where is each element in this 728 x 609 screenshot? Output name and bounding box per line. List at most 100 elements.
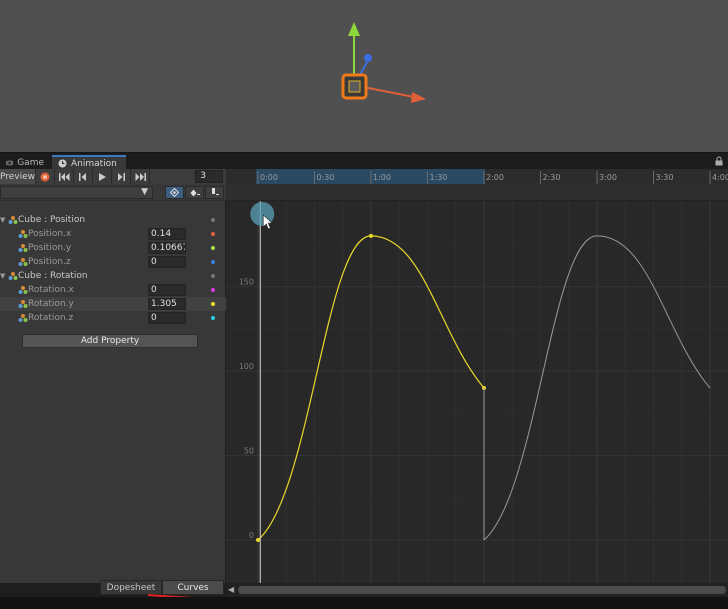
ruler-tick-label: 1:30 xyxy=(430,173,448,182)
property-row-rotation-y[interactable]: Rotation.y 1.305 xyxy=(0,297,226,311)
curve-color-dot xyxy=(211,218,215,222)
next-keyframe-icon xyxy=(118,172,125,181)
ruler-tick-label: 2:30 xyxy=(543,173,561,182)
ruler-tick-label: 0:30 xyxy=(317,173,335,182)
property-group-rotation[interactable]: ▼ Cube : Rotation xyxy=(0,269,226,283)
play-icon xyxy=(98,172,106,181)
y-tick-label: 50 xyxy=(244,447,254,456)
tab-game[interactable]: Game xyxy=(0,155,50,170)
curve-editor[interactable]: 0:00 0:30 1:00 1:30 2:00 2:30 3:00 3:30 4:00 0 50… xyxy=(226,169,728,583)
curve-color-dot xyxy=(211,288,215,292)
property-group-label: Cube : Rotation xyxy=(18,271,88,281)
property-value-field[interactable]: 0 xyxy=(148,256,186,268)
last-keyframe-button[interactable] xyxy=(131,169,150,184)
transform-icon xyxy=(18,286,28,294)
frame-field[interactable]: 3 xyxy=(195,170,223,183)
ruler-ticks: 0:00 0:30 1:00 1:30 2:00 2:30 3:00 3:30 4:00 xyxy=(257,171,728,184)
first-keyframe-icon xyxy=(58,172,69,181)
y-tick-label: 100 xyxy=(239,362,254,371)
record-icon xyxy=(40,172,50,181)
lock-icon[interactable] xyxy=(714,156,724,166)
property-row-position-z[interactable]: Position.z 0 xyxy=(0,255,226,269)
curve-color-dot xyxy=(211,232,215,236)
ruler-tick-label: 2:00 xyxy=(486,173,504,182)
gizmo-y-arrow xyxy=(348,22,360,36)
add-event-button[interactable] xyxy=(205,186,224,199)
property-value-field[interactable]: 1.305 xyxy=(148,298,186,310)
ruler-tick-label: 3:30 xyxy=(656,173,674,182)
curve-color-dot xyxy=(211,316,215,320)
preview-button[interactable]: Preview xyxy=(0,169,36,184)
clip-bar: ▼ xyxy=(0,184,226,201)
property-row-rotation-z[interactable]: Rotation.z 0 xyxy=(0,311,226,325)
keyframe-strip[interactable] xyxy=(226,184,728,201)
property-value-field[interactable]: 0.14 xyxy=(148,228,186,240)
ruler-tick-label: 4:00 xyxy=(712,173,728,182)
transform-icon xyxy=(8,272,18,280)
property-label: Position.y xyxy=(28,243,72,253)
chevron-down-icon: ▼ xyxy=(141,187,148,197)
transform-icon xyxy=(18,244,28,252)
y-tick-label: 150 xyxy=(239,278,254,287)
tab-animation[interactable]: Animation xyxy=(52,155,126,170)
property-label: Position.x xyxy=(28,229,72,239)
animation-property-panel: Preview 3 ▼ ▼ Cube: Position Position.x… xyxy=(0,169,226,595)
cube-inner xyxy=(348,80,361,93)
diamond-target-icon xyxy=(170,188,179,197)
preview-label: Preview xyxy=(0,171,36,182)
scene-view[interactable] xyxy=(0,0,728,152)
clock-icon xyxy=(58,159,67,168)
expand-triangle-icon[interactable]: ▼ xyxy=(0,216,8,224)
clip-selector[interactable]: ▼ xyxy=(0,186,153,199)
ruler-tick-label: 3:00 xyxy=(599,173,617,182)
property-label: Position.z xyxy=(28,257,71,267)
first-keyframe-button[interactable] xyxy=(55,169,74,184)
keyframe-point[interactable] xyxy=(369,233,373,238)
transform-gizmo[interactable] xyxy=(0,0,728,152)
transform-icon xyxy=(18,230,28,238)
curve-color-dot xyxy=(211,246,215,250)
status-bar xyxy=(0,597,728,609)
expand-triangle-icon[interactable]: ▼ xyxy=(0,272,8,280)
transform-icon xyxy=(18,300,28,308)
property-group-label: Cube : Position xyxy=(18,215,86,225)
animation-toolbar: Preview 3 xyxy=(0,169,226,184)
curve-color-dot xyxy=(211,302,215,306)
property-value-field[interactable]: 0.10667 xyxy=(148,242,186,254)
play-button[interactable] xyxy=(93,169,112,184)
horizontal-scrollbar[interactable]: ◀ xyxy=(226,583,728,597)
keyframe-recording-mode-button[interactable] xyxy=(165,186,184,199)
property-row-position-x[interactable]: Position.x 0.14 xyxy=(0,227,226,241)
previous-keyframe-icon xyxy=(79,172,86,181)
property-value-field[interactable]: 0 xyxy=(148,284,186,296)
tab-animation-label: Animation xyxy=(71,158,117,169)
gizmo-z-handle xyxy=(364,54,372,62)
curve-color-dot xyxy=(211,274,215,278)
timeline-ruler[interactable]: 0:00 0:30 1:00 1:30 2:00 2:30 3:00 3:30 4:00 xyxy=(226,169,728,184)
property-label: Rotation.x xyxy=(28,285,74,295)
keyframe-point[interactable] xyxy=(256,538,260,542)
last-keyframe-icon xyxy=(135,172,146,181)
y-tick-label: 0 xyxy=(249,531,254,540)
add-keyframe-button[interactable] xyxy=(185,186,204,199)
transform-icon xyxy=(8,216,18,224)
next-keyframe-button[interactable] xyxy=(112,169,131,184)
editor-tab-strip: Game Animation xyxy=(0,152,728,170)
add-property-button[interactable]: Add Property xyxy=(22,334,198,348)
gamepad-icon xyxy=(6,160,14,165)
property-row-position-y[interactable]: Position.y 0.10667 xyxy=(0,241,226,255)
curve-color-dot xyxy=(211,260,215,264)
transform-icon xyxy=(18,314,28,322)
property-value-field[interactable]: 0 xyxy=(148,312,186,324)
tab-game-label: Game xyxy=(17,157,44,168)
previous-keyframe-button[interactable] xyxy=(74,169,93,184)
record-button[interactable] xyxy=(36,169,55,184)
curve-graph[interactable]: 0 50 100 150 xyxy=(226,201,728,583)
property-label: Rotation.y xyxy=(28,299,74,309)
property-label: Rotation.z xyxy=(28,313,74,323)
property-group-position[interactable]: ▼ Cube : Position xyxy=(0,213,226,227)
gizmo-x-arrow xyxy=(411,92,426,103)
property-row-rotation-x[interactable]: Rotation.x 0 xyxy=(0,283,226,297)
scrollbar-thumb[interactable] xyxy=(238,586,726,594)
ruler-tick-label: 0:00 xyxy=(260,173,278,182)
